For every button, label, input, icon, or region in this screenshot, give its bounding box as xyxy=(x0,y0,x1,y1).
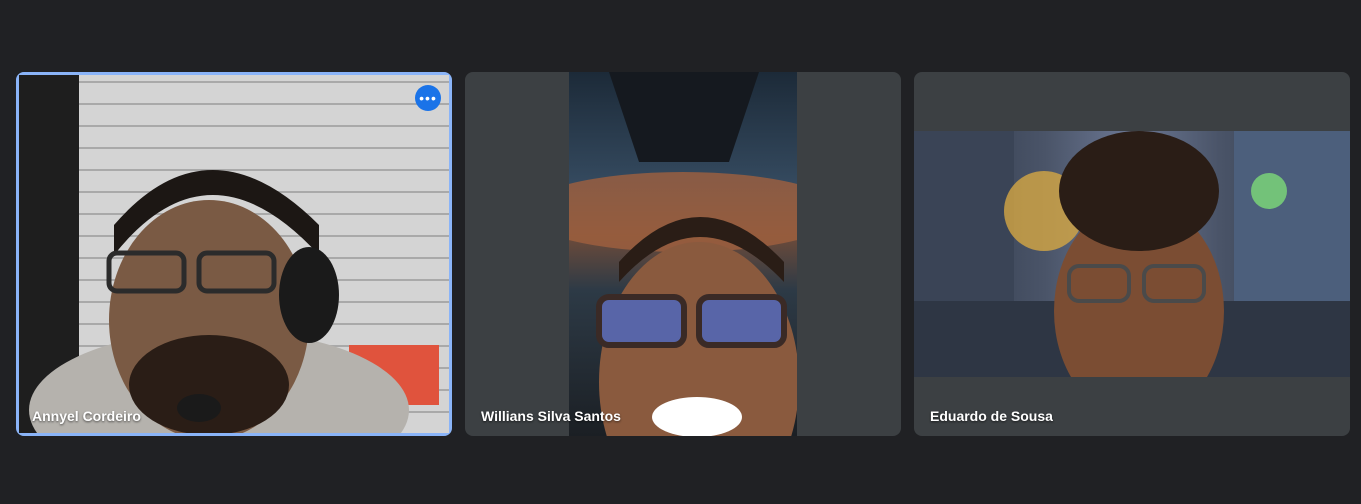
person-silhouette xyxy=(914,131,1350,377)
participant-name: Willians Silva Santos xyxy=(481,408,621,424)
video-feed xyxy=(569,72,797,436)
video-feed xyxy=(914,131,1350,377)
more-options-icon[interactable]: ••• xyxy=(415,85,441,111)
participant-name: Eduardo de Sousa xyxy=(930,408,1053,424)
participant-name: Annyel Cordeiro xyxy=(32,408,141,424)
video-feed xyxy=(19,75,449,433)
participant-tile-willians[interactable]: Willians Silva Santos xyxy=(465,72,901,436)
person-silhouette xyxy=(569,72,797,436)
participant-tile-eduardo[interactable]: Eduardo de Sousa xyxy=(914,72,1350,436)
person-silhouette xyxy=(19,75,439,433)
participant-tile-annyel[interactable]: ••• Annyel Cordeiro xyxy=(16,72,452,436)
